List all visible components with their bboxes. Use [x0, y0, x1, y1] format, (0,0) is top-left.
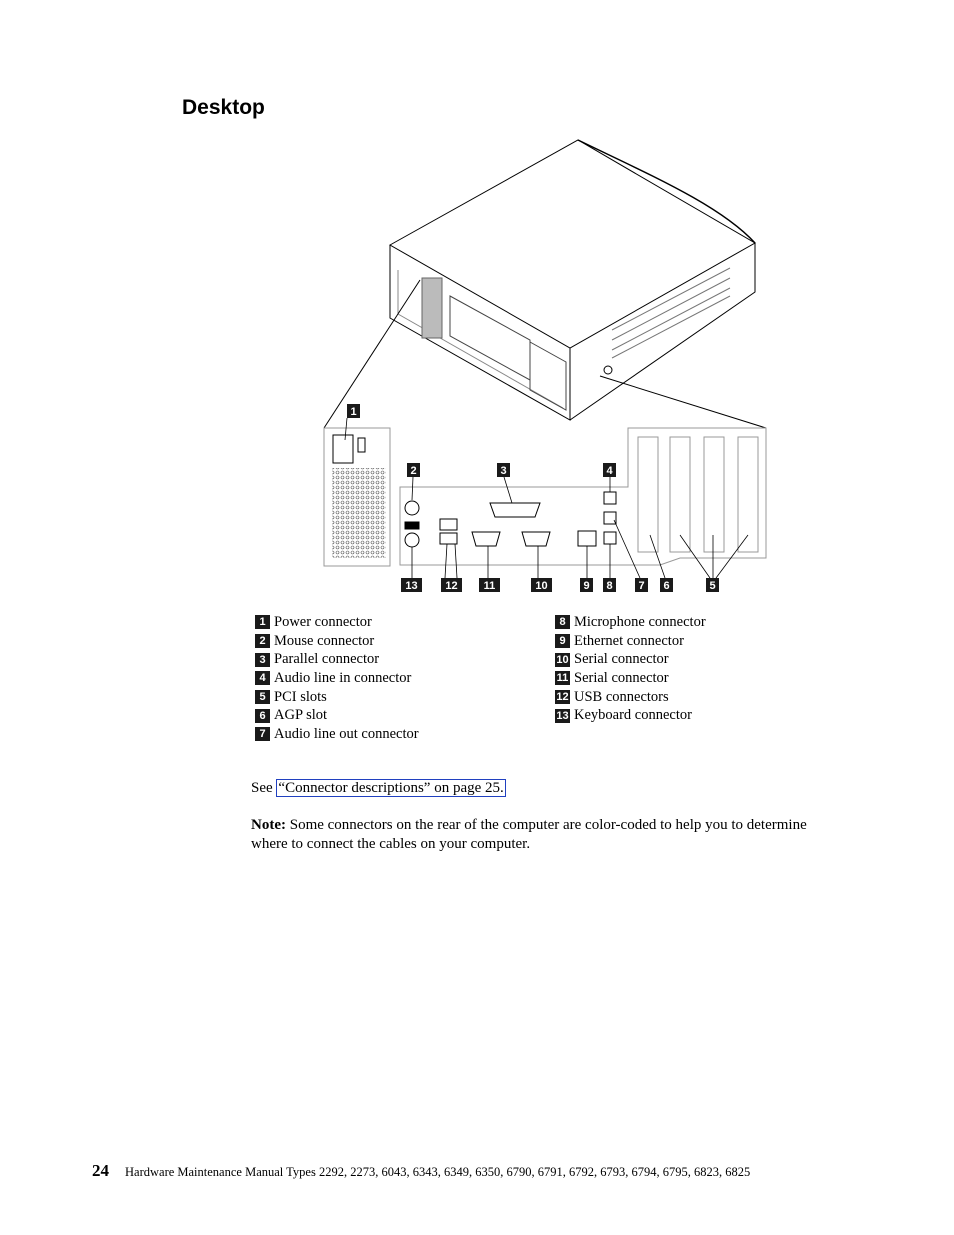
desktop-rear-diagram: 1 2 3 4 5 6 7 8 9 10 11 12 13 — [323, 139, 767, 592]
see-reference: See “Connector descriptions” on page 25. — [251, 779, 506, 797]
svg-text:12: 12 — [445, 580, 457, 592]
footer-title: Hardware Maintenance Manual Types 2292, … — [125, 1165, 751, 1179]
note: Note: Some connectors on the rear of the… — [251, 817, 807, 852]
page-number: 24 — [92, 1161, 109, 1180]
svg-text:9: 9 — [583, 580, 589, 592]
io-panel — [344, 417, 767, 579]
legend-right: 8 Microphone connector 9 Ethernet connecto… — [555, 613, 706, 725]
legend-item: 6 AGP slot — [255, 706, 419, 725]
legend-item: 9 Ethernet connector — [555, 632, 706, 651]
legend-item: 8 Microphone connector — [555, 613, 706, 632]
legend-item: 1 Power connector — [255, 613, 419, 632]
svg-text:4: 4 — [606, 465, 613, 477]
legend-item: 10 Serial connector — [555, 651, 669, 668]
svg-text:3: 3 — [500, 465, 506, 477]
legend-item: 12 USB connectors — [555, 688, 669, 705]
legend-item: 5 PCI slots — [255, 688, 419, 707]
svg-text:2: 2 — [410, 465, 416, 477]
svg-text:5: 5 — [709, 580, 715, 592]
legend-item: 3 Parallel connector — [255, 650, 419, 669]
legend-item: 2 Mouse connector — [255, 632, 419, 651]
page: Desktop 1 2 3 4 5 6 7 8 9 10 11 12 13 1 … — [0, 0, 954, 1235]
legend-left: 1 Power connector 2 Mouse connector 3 Paral… — [255, 613, 419, 744]
legend-item: 4 Audio line in connector — [255, 669, 419, 688]
power-supply-panel — [323, 427, 391, 567]
legend-item: 13 Keyboard connector — [555, 707, 692, 724]
footer: 24 Hardware Maintenance Manual Types 2292… — [92, 1161, 750, 1181]
connector-descriptions-link[interactable]: “Connector descriptions” on page 25. — [276, 779, 506, 797]
svg-text:13: 13 — [405, 580, 417, 592]
svg-text:8: 8 — [606, 580, 612, 592]
legend-item: 11 Serial connector — [555, 670, 669, 687]
computer-case — [323, 139, 767, 429]
svg-text:10: 10 — [535, 580, 547, 592]
svg-text:1: 1 — [350, 406, 356, 418]
svg-text:11: 11 — [484, 580, 496, 592]
legend-item: 7 Audio line out connector — [255, 725, 419, 744]
svg-text:7: 7 — [638, 580, 644, 592]
svg-text:6: 6 — [663, 580, 669, 592]
